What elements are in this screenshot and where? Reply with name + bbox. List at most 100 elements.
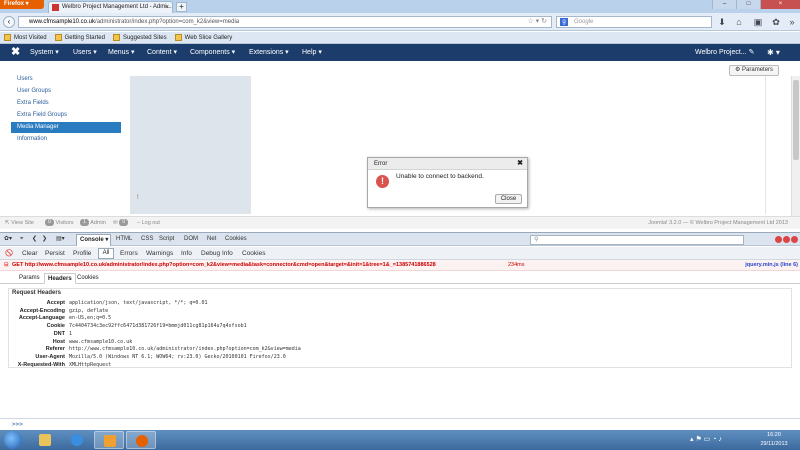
- scrollbar-thumb[interactable]: [793, 80, 799, 160]
- maximize-icon[interactable]: □: [736, 0, 760, 9]
- joomla-status-bar: ⇱ View Site 0 Visitors 1 Admin ✉ 0 – Log…: [0, 216, 800, 229]
- search-box[interactable]: g Google: [556, 16, 712, 28]
- page-icon: [112, 34, 120, 41]
- tab-console[interactable]: Console ▾: [76, 234, 111, 246]
- firefox-taskbar-icon[interactable]: [126, 431, 156, 449]
- firebug-logo-icon[interactable]: ✿▾: [4, 233, 12, 246]
- clear-button[interactable]: Clear: [22, 247, 38, 260]
- tab-dom[interactable]: DOM: [184, 233, 198, 246]
- request-headers-title: Request Headers: [12, 290, 62, 296]
- subtab-cookies[interactable]: Cookies: [74, 273, 102, 284]
- header-value: XMLHttpRequest: [69, 361, 112, 368]
- sidebar-item-extra-fields[interactable]: Extra Fields: [11, 98, 121, 109]
- firebug-toolbar: ✿▾ ⌖ ❮ ❯ ▤▾ Console ▾ HTML CSS Script DO…: [0, 232, 800, 246]
- filter-info[interactable]: Info: [181, 247, 192, 260]
- clock[interactable]: 16:20 29/11/2013: [754, 431, 794, 449]
- xhr-request-row[interactable]: ⊟ GET http://www.cfmsample10.co.uk/admin…: [0, 260, 800, 271]
- parameters-label: Parameters: [742, 67, 774, 73]
- dialog-close-icon[interactable]: ✖: [517, 158, 523, 170]
- messages-indicator[interactable]: ✉ 0: [113, 217, 129, 229]
- new-tab-button[interactable]: +: [176, 2, 187, 12]
- sidebar-item-users[interactable]: Users: [11, 74, 121, 85]
- folder-icon: [4, 34, 11, 41]
- expand-toggle-icon[interactable]: ⊟: [4, 260, 9, 270]
- bookmark-most-visited[interactable]: Most Visited: [4, 34, 47, 41]
- clock-date: 29/11/2013: [760, 441, 788, 447]
- firefox-menu-button[interactable]: Firefox ▾: [0, 0, 44, 9]
- tab-cookies[interactable]: Cookies: [225, 233, 247, 246]
- forward-arrow-icon[interactable]: ❯: [42, 233, 47, 246]
- sidebar-item-user-groups[interactable]: User Groups: [11, 86, 121, 97]
- firebug-close-icon[interactable]: [791, 236, 798, 243]
- menu-system[interactable]: System ▾: [30, 44, 59, 61]
- persist-button[interactable]: Persist: [45, 247, 65, 260]
- firebug-minimize-icon[interactable]: [775, 236, 782, 243]
- profile-button[interactable]: Profile: [73, 247, 91, 260]
- overflow-icon[interactable]: »: [786, 17, 798, 28]
- firebug-search-input[interactable]: ⚲: [530, 235, 744, 245]
- firebug-icon[interactable]: ✿: [770, 17, 782, 28]
- web-developer-icon[interactable]: ▣: [752, 17, 764, 28]
- menu-help[interactable]: Help ▾: [302, 44, 322, 61]
- browser-tab[interactable]: Welbro Project Management Ltd - Admi... …: [48, 1, 173, 13]
- system-tray-icons[interactable]: ▴ ⚑ ▭ ◔ ♪: [690, 430, 722, 450]
- firefox-icon: [136, 435, 148, 447]
- filter-warnings[interactable]: Warnings: [146, 247, 173, 260]
- downloads-icon[interactable]: ⬇: [716, 17, 728, 28]
- request-source-link[interactable]: jquery.min.js (line 6): [745, 260, 798, 270]
- parameters-button[interactable]: ⚙ Parameters: [729, 65, 779, 76]
- menu-users[interactable]: Users ▾: [73, 44, 97, 61]
- close-button[interactable]: Close: [495, 194, 522, 204]
- content-scrollbar[interactable]: [791, 76, 800, 216]
- bookmark-label: Getting Started: [64, 34, 105, 41]
- k2-sidebar: Users User Groups Extra Fields Extra Fie…: [0, 76, 130, 216]
- tab-script[interactable]: Script: [159, 233, 174, 246]
- error-dialog-title: Error: [374, 161, 388, 167]
- tab-net[interactable]: Net: [207, 233, 216, 246]
- internet-explorer-taskbar-icon[interactable]: [62, 431, 92, 449]
- menu-components[interactable]: Components ▾: [190, 44, 235, 61]
- subtab-params[interactable]: Params: [16, 273, 43, 284]
- inspect-icon[interactable]: ⌖: [20, 233, 23, 246]
- clear-console-icon[interactable]: 🚫: [5, 247, 13, 260]
- error-dialog-header: Error ✖: [368, 158, 527, 170]
- url-bar[interactable]: www.cfmsample10.co.uk/administrator/inde…: [18, 16, 552, 28]
- sidebar-item-information[interactable]: Information: [11, 134, 121, 145]
- tab-close-icon[interactable]: ×: [165, 2, 169, 13]
- back-arrow-icon[interactable]: ❮: [32, 233, 37, 246]
- tab-css[interactable]: CSS: [141, 233, 153, 246]
- logout-link[interactable]: – Log out: [137, 217, 160, 229]
- bookmark-suggested-sites[interactable]: Suggested Sites: [112, 34, 167, 41]
- back-icon[interactable]: ‹: [3, 16, 15, 28]
- filter-errors[interactable]: Errors: [120, 247, 138, 260]
- outlook-taskbar-icon[interactable]: [94, 431, 124, 449]
- media-folder-tree[interactable]: [130, 76, 250, 214]
- minimize-icon[interactable]: –: [712, 0, 736, 9]
- home-icon[interactable]: ⌂: [733, 17, 745, 28]
- menu-content[interactable]: Content ▾: [147, 44, 177, 61]
- site-name-link[interactable]: Welbro Project... ✎: [695, 44, 754, 61]
- explorer-taskbar-icon[interactable]: [30, 431, 60, 449]
- bookmark-web-slice-gallery[interactable]: Web Slice Gallery: [174, 34, 232, 41]
- bookmark-star-icon[interactable]: ☆ ▾ ↻: [527, 17, 547, 27]
- console-layout-icon[interactable]: ▤▾: [56, 233, 65, 246]
- menu-menus[interactable]: Menus ▾: [108, 44, 134, 61]
- filter-all[interactable]: All: [98, 248, 114, 259]
- request-url[interactable]: GET http://www.cfmsample10.co.uk/adminis…: [12, 260, 436, 270]
- start-button[interactable]: [4, 431, 22, 449]
- joomla-logo-icon[interactable]: ✖: [11, 46, 20, 59]
- sidebar-item-extra-field-groups[interactable]: Extra Field Groups: [11, 110, 121, 121]
- filter-cookies[interactable]: Cookies: [242, 247, 265, 260]
- window-close-icon[interactable]: ×: [760, 0, 800, 9]
- menu-extensions[interactable]: Extensions ▾: [249, 44, 289, 61]
- bookmark-label: Most Visited: [14, 34, 47, 41]
- sidebar-item-media-manager[interactable]: Media Manager: [11, 122, 121, 133]
- view-site-link[interactable]: ⇱ View Site: [5, 217, 34, 229]
- tab-html[interactable]: HTML: [116, 233, 132, 246]
- user-gear-icon[interactable]: ✱ ▾: [767, 44, 780, 61]
- command-line-input[interactable]: >>>: [0, 418, 800, 430]
- bookmark-getting-started[interactable]: Getting Started: [54, 34, 105, 41]
- firebug-detach-icon[interactable]: [783, 236, 790, 243]
- subtab-headers[interactable]: Headers: [44, 273, 76, 284]
- filter-debug-info[interactable]: Debug Info: [201, 247, 233, 260]
